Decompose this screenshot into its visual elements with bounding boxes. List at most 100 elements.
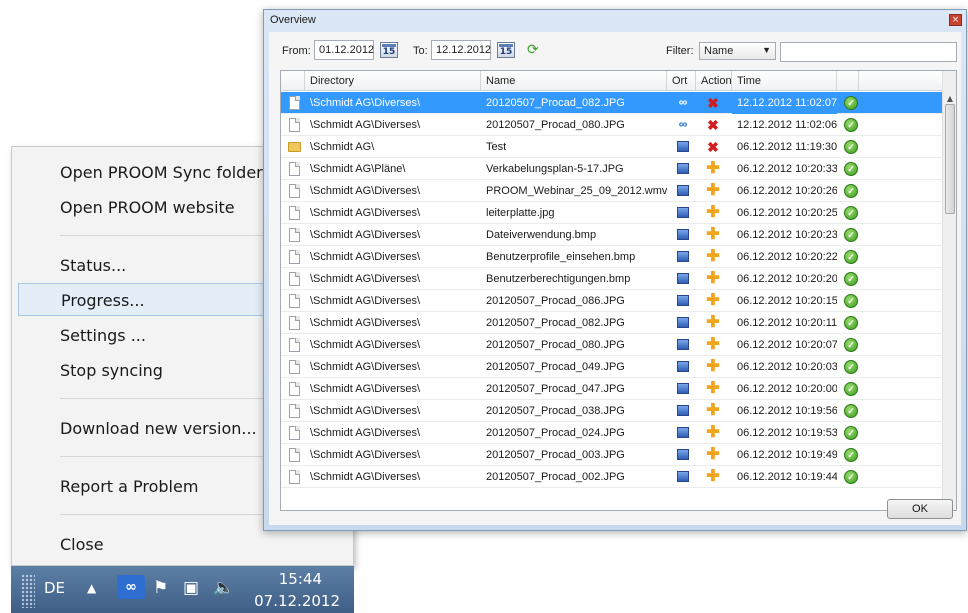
added-icon: ✚ [706,380,720,397]
from-label: From: [282,45,311,57]
from-calendar-icon[interactable]: 15 [380,42,398,58]
file-icon [289,360,300,374]
success-check-icon: ✓ [844,118,858,132]
cell-directory: \Schmidt AG\Diverses\ [310,317,421,329]
table-row[interactable]: \Schmidt AG\Diverses\ 20120507_Procad_086… [281,290,942,312]
file-icon [289,404,300,418]
header-status[interactable] [837,71,859,91]
filter-field-select[interactable]: Name ▼ [699,42,776,60]
deleted-icon: ✖ [707,117,719,133]
added-icon: ✚ [706,182,720,199]
cell-name: Benutzerprofile_einsehen.bmp [486,251,636,263]
taskbar-grip[interactable] [21,574,35,608]
table-row[interactable]: \Schmidt AG\Diverses\ 20120507_Procad_047… [281,378,942,400]
header-name[interactable]: Name [481,71,667,91]
success-check-icon: ✓ [844,184,858,198]
action-center-flag-icon[interactable]: ⚑ [153,578,168,598]
header-directory[interactable]: Directory [305,71,481,91]
added-icon: ✚ [706,314,720,331]
table-row[interactable]: \Schmidt AG\Pläne\ Verkabelungsplan-5-17.… [281,158,942,180]
cell-time: 06.12.2012 10:20:00 [737,383,837,395]
table-row[interactable]: \Schmidt AG\ Test 06.12.2012 11:19:30 ✖ ✓ [281,136,942,158]
file-icon [289,470,300,484]
cell-directory: \Schmidt AG\Diverses\ [310,251,421,263]
success-check-icon: ✓ [844,360,858,374]
cell-directory: \Schmidt AG\Diverses\ [310,361,421,373]
to-date-field[interactable]: 12.12.2012 [431,40,491,60]
file-icon [289,184,300,198]
proom-sync-icon[interactable]: ∞ [117,575,145,599]
table-row[interactable]: \Schmidt AG\Diverses\ 20120507_Procad_003… [281,444,942,466]
clock-time[interactable]: 15:44 [279,570,322,588]
local-computer-icon [677,361,689,372]
to-calendar-icon[interactable]: 15 [497,42,515,58]
table-vertical-scrollbar[interactable]: ▲ ▼ [942,71,956,510]
table-row[interactable]: \Schmidt AG\Diverses\ Benutzerberechtigun… [281,268,942,290]
show-hidden-icons-arrow-icon[interactable]: ▲ [87,581,96,595]
file-icon [289,316,300,330]
menu-item-close[interactable]: Close [18,528,351,561]
success-check-icon: ✓ [844,316,858,330]
cell-name: 20120507_Procad_038.JPG [486,405,625,417]
table-row[interactable]: \Schmidt AG\Diverses\ 20120507_Procad_038… [281,400,942,422]
cell-directory: \Schmidt AG\Diverses\ [310,427,421,439]
scroll-thumb[interactable] [945,104,955,214]
cell-directory: \Schmidt AG\Diverses\ [310,185,421,197]
cell-time: 12.12.2012 11:02:07 [732,92,837,114]
file-icon [289,272,300,286]
table-row[interactable]: \Schmidt AG\Diverses\ 20120507_Procad_082… [281,312,942,334]
table-row[interactable]: \Schmidt AG\Diverses\ 20120507_Procad_082… [281,92,942,114]
file-icon [289,250,300,264]
success-check-icon: ✓ [844,426,858,440]
header-icon-column[interactable] [281,71,305,91]
dialog-title: Overview [270,14,316,26]
close-icon[interactable]: × [949,14,962,26]
cell-directory: \Schmidt AG\Pläne\ [310,163,406,175]
table-row[interactable]: \Schmidt AG\Diverses\ PROOM_Webinar_25_09… [281,180,942,202]
added-icon: ✚ [706,160,720,177]
file-icon [289,294,300,308]
local-computer-icon [677,163,689,174]
file-icon [289,382,300,396]
network-icon[interactable]: ▣ [183,578,199,598]
local-computer-icon [677,427,689,438]
success-check-icon: ✓ [844,228,858,242]
cell-directory: \Schmidt AG\Diverses\ [310,273,421,285]
local-computer-icon [677,449,689,460]
header-time[interactable]: Time [732,71,837,91]
table-row[interactable]: \Schmidt AG\Diverses\ 20120507_Procad_002… [281,466,942,488]
table-row[interactable]: \Schmidt AG\Diverses\ Dateiverwendung.bmp… [281,224,942,246]
cell-directory: \Schmidt AG\Diverses\ [310,339,421,351]
cell-time: 12.12.2012 11:02:06 [737,119,837,131]
overview-table: Directory Name Ort Action Time \Schmidt … [280,70,957,511]
header-ort[interactable]: Ort [667,71,696,91]
added-icon: ✚ [706,446,720,463]
cell-name: Benutzerberechtigungen.bmp [486,273,631,285]
success-check-icon: ✓ [844,162,858,176]
volume-icon[interactable]: 🔈 [213,578,234,598]
table-row[interactable]: \Schmidt AG\Diverses\ 20120507_Procad_049… [281,356,942,378]
table-row[interactable]: \Schmidt AG\Diverses\ leiterplatte.jpg 06.… [281,202,942,224]
cell-time: 06.12.2012 10:20:33 [737,163,837,175]
to-label: To: [413,45,428,57]
cell-name: 20120507_Procad_049.JPG [486,361,625,373]
cell-time: 06.12.2012 10:19:53 [737,427,837,439]
file-icon [289,448,300,462]
clock-date[interactable]: 07.12.2012 [254,592,340,610]
success-check-icon: ✓ [844,206,858,220]
chevron-down-icon: ▼ [762,45,771,55]
header-action[interactable]: Action [696,71,732,91]
table-row[interactable]: \Schmidt AG\Diverses\ 20120507_Procad_024… [281,422,942,444]
added-icon: ✚ [706,424,720,441]
filter-text-input[interactable] [780,42,957,62]
table-row[interactable]: \Schmidt AG\Diverses\ 20120507_Procad_080… [281,334,942,356]
from-date-field[interactable]: 01.12.2012 [314,40,374,60]
cell-directory: \Schmidt AG\Diverses\ [310,119,421,131]
cell-name: Dateiverwendung.bmp [486,229,597,241]
language-indicator[interactable]: DE [44,579,65,597]
table-row[interactable]: \Schmidt AG\Diverses\ Benutzerprofile_ein… [281,246,942,268]
table-row[interactable]: \Schmidt AG\Diverses\ 20120507_Procad_080… [281,114,942,136]
success-check-icon: ✓ [844,96,858,110]
refresh-icon[interactable]: ⟳ [527,42,541,56]
ok-button[interactable]: OK [887,499,953,519]
